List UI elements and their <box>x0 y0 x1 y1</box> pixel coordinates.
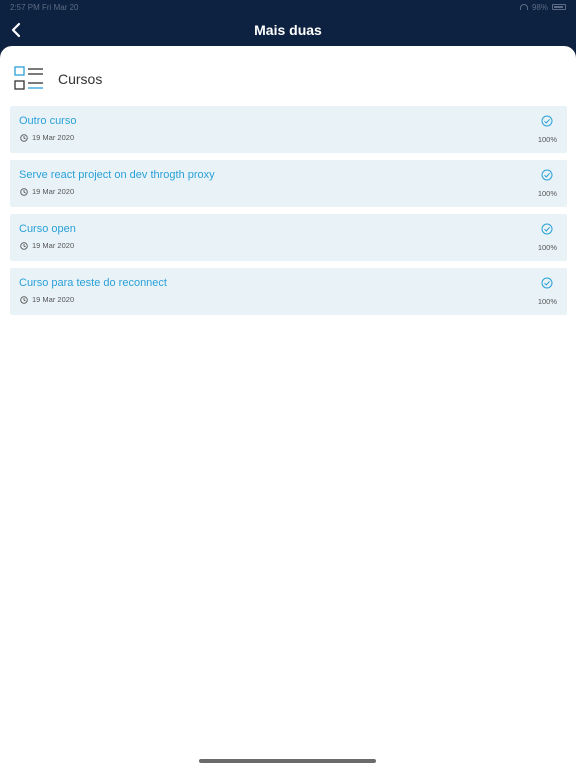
check-circle-icon <box>541 169 553 181</box>
chevron-left-icon <box>11 22 21 38</box>
status-bar: 2:57 PM Fri Mar 20 98% <box>0 0 576 14</box>
course-progress: 100% <box>537 243 557 252</box>
wifi-icon <box>519 4 528 10</box>
status-right: 98% <box>519 2 566 12</box>
check-circle-icon <box>541 223 553 235</box>
course-title: Outro curso <box>19 115 77 127</box>
course-card[interactable]: Curso open 19 Mar 2020 100% <box>10 214 567 261</box>
course-date: 19 Mar 2020 <box>32 133 75 142</box>
course-progress: 100% <box>537 297 557 306</box>
nav-bar: Mais duas <box>0 14 576 46</box>
clock-icon <box>20 133 28 142</box>
section-header: Cursos <box>14 66 102 92</box>
course-date: 19 Mar 2020 <box>32 295 75 304</box>
clock-icon <box>20 187 28 196</box>
course-date-row: 19 Mar 2020 <box>20 187 74 196</box>
course-card[interactable]: Serve react project on dev throgth proxy… <box>10 160 567 207</box>
clock-icon <box>20 241 28 250</box>
course-title: Serve react project on dev throgth proxy <box>19 169 215 181</box>
section-title: Cursos <box>58 71 103 87</box>
course-title: Curso open <box>19 223 76 235</box>
content-sheet: Cursos Outro curso 19 Mar 2020 100% Serv… <box>0 46 576 768</box>
clock-icon <box>20 295 28 304</box>
course-date-row: 19 Mar 2020 <box>20 295 74 304</box>
page-title: Mais duas <box>254 22 322 38</box>
home-indicator[interactable] <box>199 759 376 763</box>
battery-percent: 98% <box>531 2 548 12</box>
course-card[interactable]: Curso para teste do reconnect 19 Mar 202… <box>10 268 567 315</box>
status-time: 2:57 PM <box>10 2 40 12</box>
course-progress: 100% <box>537 135 557 144</box>
course-progress: 100% <box>537 189 557 198</box>
course-date: 19 Mar 2020 <box>32 241 75 250</box>
list-checklist-icon <box>14 66 43 90</box>
course-date-row: 19 Mar 2020 <box>20 133 74 142</box>
course-list: Outro curso 19 Mar 2020 100% Serve react… <box>10 106 567 322</box>
status-left: 2:57 PM Fri Mar 20 <box>10 3 78 12</box>
check-circle-icon <box>541 277 553 289</box>
course-title: Curso para teste do reconnect <box>19 277 167 289</box>
course-date-row: 19 Mar 2020 <box>20 241 74 250</box>
course-card[interactable]: Outro curso 19 Mar 2020 100% <box>10 106 567 153</box>
course-date: 19 Mar 2020 <box>32 187 75 196</box>
status-date: Fri Mar 20 <box>42 2 79 12</box>
check-circle-icon <box>541 115 553 127</box>
back-button[interactable] <box>4 18 28 42</box>
battery-icon <box>552 4 566 10</box>
